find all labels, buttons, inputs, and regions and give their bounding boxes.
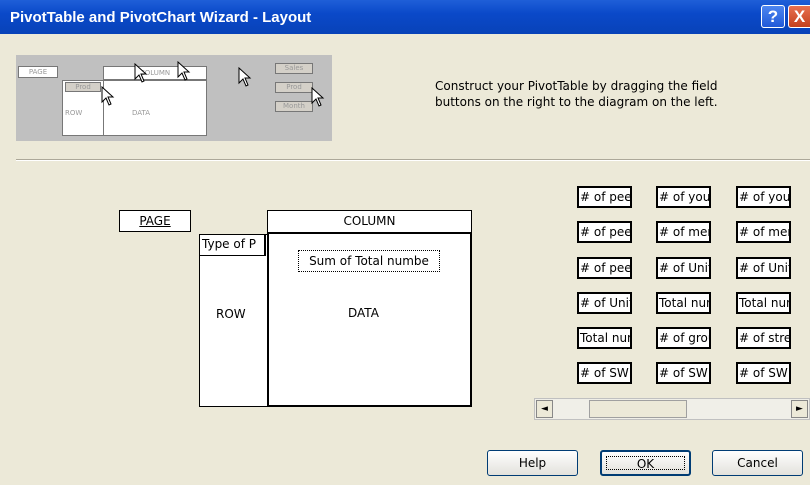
cursor-icon [134, 63, 148, 83]
field-button[interactable]: # of SW r [736, 362, 791, 384]
scroll-right-icon[interactable]: ► [791, 400, 808, 418]
layout-preview-illustration: PAGE COLUMN ROW DATA Prod Sales Prod Mon… [16, 55, 332, 141]
instructions-text: Construct your PivotTable by dragging th… [435, 79, 718, 109]
field-button[interactable]: # of men [656, 221, 711, 243]
cursor-icon [177, 61, 191, 81]
field-button[interactable]: # of SW r [656, 362, 711, 384]
cancel-button-label: Cancel [737, 456, 778, 470]
field-button[interactable]: Total num [736, 292, 791, 314]
field-button[interactable]: # of yout [736, 186, 791, 208]
field-button[interactable]: # of grou [656, 327, 711, 349]
title-bar: PivotTable and PivotChart Wizard - Layou… [0, 0, 810, 34]
page-drop-area[interactable]: PAGE [119, 210, 191, 232]
cursor-icon [238, 67, 252, 87]
help-button[interactable]: Help [487, 450, 578, 476]
close-icon[interactable]: X [788, 5, 810, 28]
scroll-thumb[interactable] [589, 400, 687, 418]
field-button[interactable]: # of SW r [577, 362, 632, 384]
horizontal-scrollbar[interactable]: ◄ ► [534, 398, 810, 420]
preview-data-label: DATA [132, 109, 151, 117]
field-button[interactable]: # of peer [577, 221, 632, 243]
ok-button[interactable]: OK [600, 450, 691, 476]
row-drop-area[interactable]: ROW [199, 234, 268, 407]
data-label: DATA [348, 306, 379, 320]
column-drop-area[interactable]: COLUMN [267, 210, 472, 234]
preview-row-label: ROW [65, 109, 83, 117]
data-field-button[interactable]: Sum of Total numbe [298, 250, 440, 272]
help-icon[interactable]: ? [761, 5, 785, 28]
help-button-label: Help [518, 456, 547, 470]
row-field-button[interactable]: Type of P [199, 234, 266, 256]
page-label: PAGE [139, 214, 171, 228]
preview-month-button: Month [275, 101, 313, 112]
scroll-left-icon[interactable]: ◄ [536, 400, 553, 418]
preview-page-box: PAGE [18, 66, 58, 78]
field-button[interactable]: # of yout [656, 186, 711, 208]
column-label: COLUMN [343, 214, 396, 228]
field-button[interactable]: # of Unifo [736, 257, 791, 279]
separator [16, 159, 810, 161]
field-button[interactable]: Total num [656, 292, 711, 314]
focus-rect [606, 456, 685, 470]
field-button[interactable]: Total num [577, 327, 632, 349]
row-label: ROW [216, 307, 246, 321]
field-button[interactable]: # of Unifo [656, 257, 711, 279]
field-button[interactable]: # of peer [577, 257, 632, 279]
cursor-icon [311, 87, 325, 107]
cancel-button[interactable]: Cancel [712, 450, 803, 476]
preview-prod-button: Prod [275, 82, 313, 93]
cursor-icon [101, 86, 115, 106]
preview-data-box: DATA [103, 80, 207, 136]
preview-column-box: COLUMN [103, 66, 207, 80]
preview-row-field: Prod [65, 82, 101, 92]
window-title: PivotTable and PivotChart Wizard - Layou… [10, 9, 312, 26]
field-button[interactable]: # of Unifo [577, 292, 632, 314]
field-button[interactable]: # of men [736, 221, 791, 243]
field-button[interactable]: # of peer [577, 186, 632, 208]
preview-sales-button: Sales [275, 63, 313, 74]
field-button[interactable]: # of stree [736, 327, 791, 349]
